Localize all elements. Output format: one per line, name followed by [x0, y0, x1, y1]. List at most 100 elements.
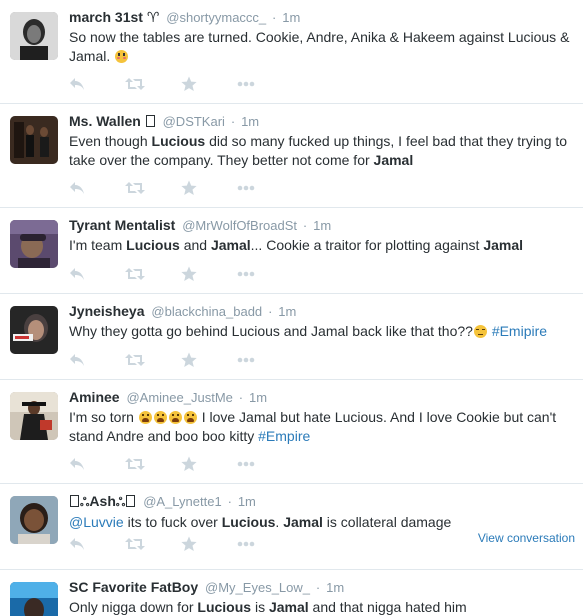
- display-name[interactable]: march 31st ♈: [69, 9, 159, 25]
- display-name[interactable]: Tyrant Mentalist: [69, 217, 175, 233]
- keyword-highlight: Lucious: [126, 237, 180, 253]
- retweet-icon[interactable]: [125, 350, 181, 370]
- tweet-text: Why they gotta go behind Lucious and Jam…: [69, 323, 548, 339]
- username[interactable]: @Aminee_JustMe: [126, 390, 232, 405]
- more-icon[interactable]: [237, 534, 293, 554]
- tweet-header: Ms. Wallen @DSTKari · 1m: [69, 112, 571, 131]
- display-name[interactable]: Jyneisheya: [69, 303, 145, 319]
- separator-dot: ·: [315, 580, 321, 595]
- tweet-actions: [69, 74, 293, 94]
- avatar[interactable]: [10, 12, 58, 60]
- timestamp[interactable]: 1m: [282, 10, 300, 25]
- unsupported-glyph-icon: [70, 495, 79, 507]
- keyword-highlight: Jamal: [373, 152, 414, 168]
- retweet-icon[interactable]: [125, 264, 181, 284]
- display-name[interactable]: SC Favorite FatBoy: [69, 579, 198, 595]
- favorite-icon[interactable]: [181, 350, 237, 370]
- tweet-text: I'm team Lucious and Jamal... Cookie a t…: [69, 237, 524, 253]
- view-conversation-link[interactable]: View conversation: [478, 531, 575, 545]
- favorite-icon[interactable]: [181, 264, 237, 284]
- tweet-text: I'm so torn I love Jamal but hate Luciou…: [69, 409, 557, 444]
- tweet-card[interactable]: Aminee @Aminee_JustMe · 1m I'm so torn I…: [0, 380, 583, 484]
- retweet-icon[interactable]: [125, 534, 181, 554]
- separator-dot: ·: [230, 114, 236, 129]
- mention-link[interactable]: @Luvvie: [69, 514, 124, 530]
- reply-icon[interactable]: [69, 264, 125, 284]
- tweet-header: Tyrant Mentalist @MrWolfOfBroadSt · 1m: [69, 216, 571, 235]
- tweet-text: Only nigga down for Lucious is Jamal and…: [69, 599, 467, 615]
- username[interactable]: @A_Lynette1: [143, 494, 222, 509]
- decorative-symbol: ஃ: [80, 495, 90, 509]
- more-icon[interactable]: [237, 454, 293, 474]
- favorite-icon[interactable]: [181, 454, 237, 474]
- keyword-highlight: Jamal: [483, 237, 524, 253]
- retweet-icon[interactable]: [125, 454, 181, 474]
- timestamp[interactable]: 1m: [241, 114, 259, 129]
- avatar[interactable]: [10, 116, 58, 164]
- display-name[interactable]: ஃAshஃ: [69, 493, 136, 509]
- reply-icon[interactable]: [69, 178, 125, 198]
- reply-icon[interactable]: [69, 74, 125, 94]
- reply-icon[interactable]: [69, 534, 125, 554]
- avatar[interactable]: [10, 220, 58, 268]
- tweet-card[interactable]: ஃAshஃ @A_Lynette1 · 1m @Luvvie its to fu…: [0, 484, 583, 570]
- separator-dot: ·: [272, 10, 277, 25]
- tweet-header: ஃAshஃ @A_Lynette1 · 1m: [69, 492, 571, 512]
- tweet-header: march 31st ♈ @shortyymaccc_ · 1m: [69, 8, 571, 27]
- timestamp[interactable]: 1m: [249, 390, 267, 405]
- username[interactable]: @blackchina_badd: [151, 304, 262, 319]
- retweet-icon[interactable]: [125, 178, 181, 198]
- tweet-text: So now the tables are turned. Cookie, An…: [69, 28, 571, 66]
- tweet-text: @Luvvie its to fuck over Lucious. Jamal …: [69, 514, 452, 530]
- keyword-highlight: Jamal: [210, 237, 251, 253]
- avatar[interactable]: [10, 582, 58, 616]
- timestamp[interactable]: 1m: [238, 494, 256, 509]
- tweet-card[interactable]: Ms. Wallen @DSTKari · 1m Even though Luc…: [0, 104, 583, 208]
- timestamp[interactable]: 1m: [278, 304, 296, 319]
- reply-icon[interactable]: [69, 350, 125, 370]
- tweet-header: SC Favorite FatBoy @My_Eyes_Low_ · 1m: [69, 578, 571, 597]
- avatar[interactable]: [10, 496, 58, 544]
- username[interactable]: @My_Eyes_Low_: [205, 580, 310, 595]
- tweet-actions: [69, 534, 293, 554]
- tweet-card[interactable]: Jyneisheya @blackchina_badd · 1m Why the…: [0, 294, 583, 380]
- avatar[interactable]: [10, 306, 58, 354]
- favorite-icon[interactable]: [181, 178, 237, 198]
- display-name[interactable]: Aminee: [69, 389, 120, 405]
- tweet-text: Even though Lucious did so many fucked u…: [69, 133, 568, 168]
- weary-face-emoji-icon: [168, 411, 182, 424]
- decorative-symbol: ஃ: [115, 495, 126, 509]
- more-icon[interactable]: [237, 350, 293, 370]
- display-name[interactable]: Ms. Wallen: [69, 113, 156, 129]
- username[interactable]: @MrWolfOfBroadSt: [182, 218, 297, 233]
- tweet-actions: [69, 178, 293, 198]
- unamused-face-emoji-icon: [473, 325, 487, 338]
- weary-face-emoji-icon: [153, 411, 167, 424]
- hashtag-link[interactable]: #Emipire: [492, 323, 547, 339]
- tweet-card[interactable]: SC Favorite FatBoy @My_Eyes_Low_ · 1m On…: [0, 570, 583, 616]
- flushed-face-emoji-icon: [115, 50, 129, 63]
- tweet-card[interactable]: march 31st ♈ @shortyymaccc_ · 1m So now …: [0, 0, 583, 104]
- separator-dot: ·: [238, 390, 244, 405]
- tweet-text-part: So now the tables are turned. Cookie, An…: [69, 29, 570, 64]
- weary-face-emoji-icon: [138, 411, 152, 424]
- more-icon[interactable]: [237, 178, 293, 198]
- favorite-icon[interactable]: [181, 74, 237, 94]
- unsupported-glyph-icon: [126, 495, 136, 507]
- keyword-highlight: Jamal: [268, 599, 309, 615]
- username[interactable]: @DSTKari: [163, 114, 225, 129]
- tweet-card[interactable]: Tyrant Mentalist @MrWolfOfBroadSt · 1m I…: [0, 208, 583, 294]
- keyword-highlight: Jamal: [283, 514, 323, 530]
- avatar[interactable]: [10, 392, 58, 440]
- username[interactable]: @shortyymaccc_: [166, 10, 266, 25]
- keyword-highlight: Lucious: [197, 599, 252, 615]
- timestamp[interactable]: 1m: [326, 580, 344, 595]
- more-icon[interactable]: [237, 264, 293, 284]
- reply-icon[interactable]: [69, 454, 125, 474]
- favorite-icon[interactable]: [181, 534, 237, 554]
- separator-dot: ·: [268, 304, 273, 319]
- hashtag-link[interactable]: #Empire: [258, 428, 310, 444]
- more-icon[interactable]: [237, 74, 293, 94]
- retweet-icon[interactable]: [125, 74, 181, 94]
- timestamp[interactable]: 1m: [313, 218, 331, 233]
